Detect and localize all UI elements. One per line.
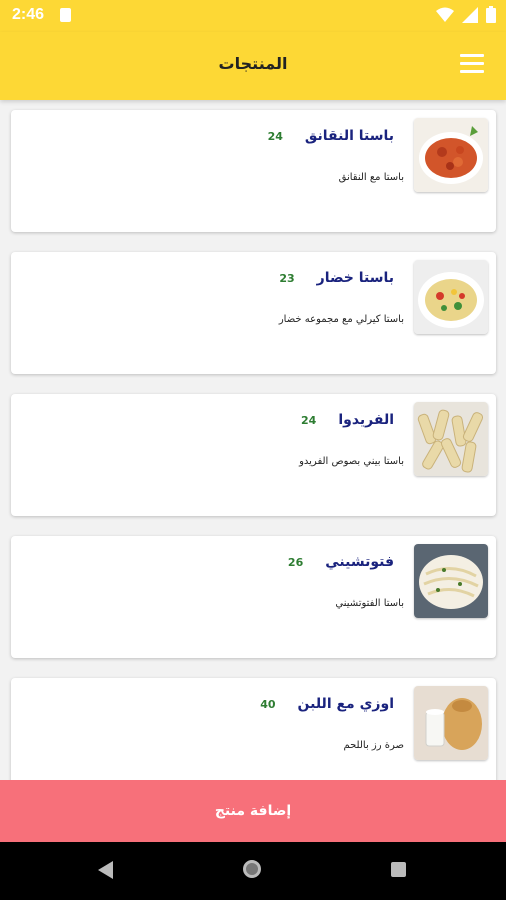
product-description: صرة رز باللحم (343, 740, 404, 751)
product-description: باستا الفتوتشيني (335, 598, 404, 609)
status-icons (436, 6, 496, 23)
page-title: المنتجات (218, 54, 288, 73)
product-image-fettuccine (414, 544, 488, 618)
product-name: الفريدوا (338, 412, 394, 428)
product-price: 23 (279, 271, 295, 285)
app-bar: المنتجات (0, 32, 506, 100)
hamburger-menu-icon[interactable] (460, 54, 484, 74)
product-price: 24 (301, 413, 317, 427)
status-bar: 2:46 (0, 0, 506, 32)
status-time: 2:46 (12, 6, 45, 23)
add-product-button[interactable]: إضافة منتج (0, 780, 506, 842)
product-price: 24 (267, 129, 283, 143)
product-image-ouzi-laban (414, 686, 488, 760)
product-list[interactable]: باستا النقانق 24 باستا مع النقانق باستا … (0, 100, 506, 780)
signal-icon (462, 6, 478, 23)
product-image-vegetable-pasta (414, 260, 488, 334)
product-price: 26 (287, 555, 304, 569)
product-name: باستا خضار (316, 270, 394, 286)
product-description: باستا كيرلي مع مجموعه خضار (278, 314, 404, 325)
product-card[interactable]: اوزي مع اللبن 40 صرة رز باللحم (11, 678, 496, 780)
navigation-bar (0, 842, 506, 900)
nav-home-icon[interactable] (243, 860, 261, 878)
product-description: باستا مع النقانق (338, 172, 404, 183)
product-card[interactable]: فتوتشيني 26 باستا الفتوتشيني (11, 536, 496, 658)
nav-back-icon[interactable] (98, 861, 113, 879)
product-name: اوزي مع اللبن (297, 696, 394, 712)
battery-icon (486, 6, 496, 23)
product-card[interactable]: باستا خضار 23 باستا كيرلي مع مجموعه خضار (11, 252, 496, 374)
product-card[interactable]: الفريدوا 24 باستا بيني بصوص الفريدو (11, 394, 496, 516)
product-card[interactable]: باستا النقانق 24 باستا مع النقانق (11, 110, 496, 232)
wifi-icon (436, 7, 454, 22)
product-description: باستا بيني بصوص الفريدو (299, 456, 404, 467)
sim-card-icon (60, 8, 71, 22)
product-price: 40 (260, 697, 276, 711)
product-image-alfredo-pasta (414, 402, 488, 476)
product-name: باستا النقانق (304, 128, 394, 144)
product-image-sausage-pasta (414, 118, 488, 192)
product-name: فتوتشيني (325, 554, 394, 570)
nav-recent-icon[interactable] (391, 862, 406, 877)
